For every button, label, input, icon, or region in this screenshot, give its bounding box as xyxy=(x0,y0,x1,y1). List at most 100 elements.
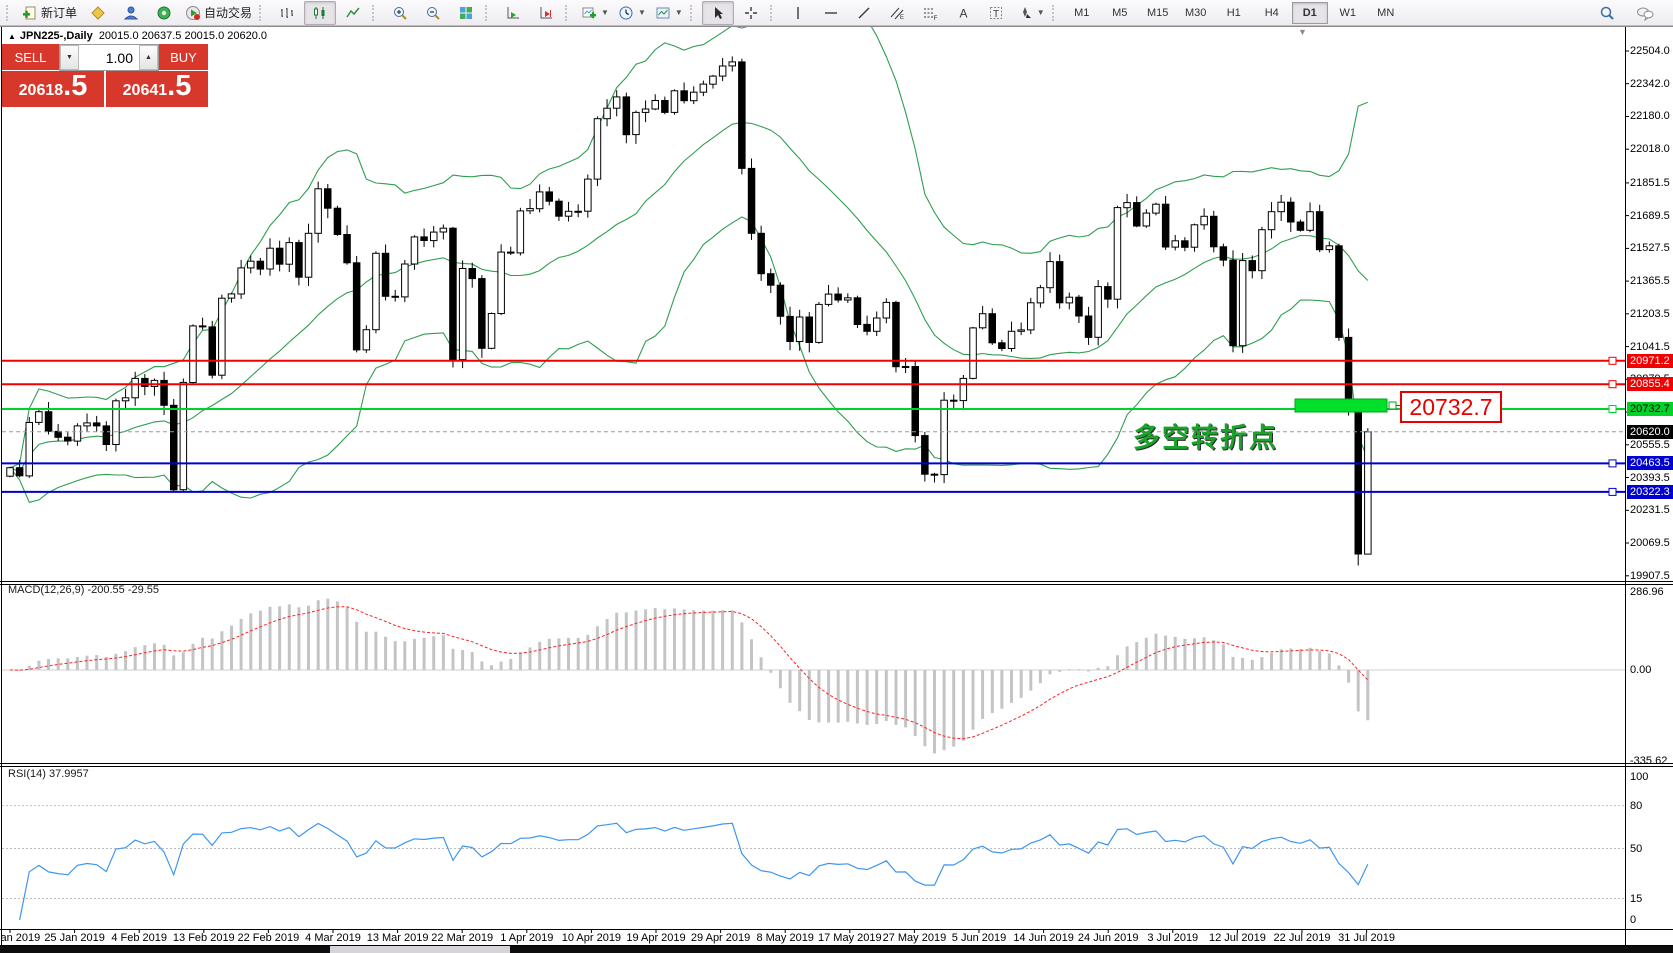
crosshair-button[interactable] xyxy=(735,1,767,25)
toolbar-grip[interactable] xyxy=(565,5,572,21)
price-level-badge[interactable]: 20855.4 xyxy=(1627,377,1673,391)
volume-value[interactable]: 1.00 xyxy=(79,45,139,70)
buy-button[interactable]: BUY xyxy=(159,44,208,71)
profile-button[interactable] xyxy=(115,1,147,25)
timeframe-m1[interactable]: M1 xyxy=(1064,2,1100,24)
channel-tool-button[interactable]: E xyxy=(881,1,913,25)
auto-scroll-button[interactable] xyxy=(530,1,562,25)
date-axis-tick[interactable]: 27 May 2019 xyxy=(883,932,947,944)
price-level-badge[interactable]: 20732.7 xyxy=(1627,402,1673,416)
date-axis-tick[interactable]: 31 Jul 2019 xyxy=(1338,932,1395,944)
chart-canvas[interactable] xyxy=(0,0,1673,953)
toolbar-grip[interactable] xyxy=(1052,5,1059,21)
pivot-price-label[interactable]: 20732.7 xyxy=(1400,391,1502,423)
hline-tool-button[interactable] xyxy=(815,1,847,25)
auto-trading-button[interactable]: 自动交易 xyxy=(181,1,256,25)
period-menu-button[interactable]: ▼ xyxy=(614,1,650,25)
pivot-annotation-text[interactable]: 多空转折点 xyxy=(1133,416,1278,455)
chart-candles-button[interactable] xyxy=(304,1,336,25)
date-axis-tick[interactable]: 17 May 2019 xyxy=(818,932,882,944)
toolbar-grip[interactable] xyxy=(690,5,697,21)
eraser-button[interactable] xyxy=(82,1,114,25)
line-chart-icon xyxy=(345,5,361,21)
timeframe-h1[interactable]: H1 xyxy=(1216,2,1252,24)
trendline-tool-button[interactable] xyxy=(848,1,880,25)
text-tool-button[interactable]: A xyxy=(947,1,979,25)
zoom-in-button[interactable] xyxy=(384,1,416,25)
clock-icon xyxy=(618,5,634,21)
price-axis-tick: 22180.0 xyxy=(1630,110,1670,122)
date-axis-tick[interactable]: 3 Jul 2019 xyxy=(1147,932,1198,944)
date-axis-tick[interactable]: 16 Jan 2019 xyxy=(0,932,40,944)
sell-price[interactable]: 20618 .5 xyxy=(2,71,104,107)
date-axis-tick[interactable]: 29 Apr 2019 xyxy=(691,932,750,944)
chart-shift-button[interactable] xyxy=(497,1,529,25)
buy-price[interactable]: 20641 .5 xyxy=(106,71,208,107)
price-axis-tick: 21203.5 xyxy=(1630,308,1670,320)
date-axis-tick[interactable]: 22 Mar 2019 xyxy=(431,932,493,944)
chart-title: ▲JPN225-,Daily 20015.0 20637.5 20015.0 2… xyxy=(8,30,267,42)
date-axis-tick[interactable]: 8 May 2019 xyxy=(756,932,813,944)
toolbar-grip[interactable] xyxy=(485,5,492,21)
date-axis-tick[interactable]: 25 Jan 2019 xyxy=(44,932,105,944)
date-axis-tick[interactable]: 24 Jun 2019 xyxy=(1078,932,1139,944)
timeframe-m15[interactable]: M15 xyxy=(1140,2,1176,24)
price-level-badge[interactable]: 20620.0 xyxy=(1627,425,1673,439)
new-order-label: 新订单 xyxy=(41,4,77,21)
timeframe-m5[interactable]: M5 xyxy=(1102,2,1138,24)
chat-button[interactable] xyxy=(1629,1,1661,25)
date-axis-tick[interactable]: 4 Mar 2019 xyxy=(305,932,361,944)
add-indicator-button[interactable]: ▼ xyxy=(577,1,613,25)
timeframe-mn[interactable]: MN xyxy=(1368,2,1404,24)
date-axis-tick[interactable]: 4 Feb 2019 xyxy=(111,932,167,944)
news-button[interactable] xyxy=(148,1,180,25)
date-axis-tick[interactable]: 19 Apr 2019 xyxy=(626,932,685,944)
ohlc-values: 20015.0 20637.5 20015.0 20620.0 xyxy=(99,30,267,42)
toolbar-right xyxy=(1591,1,1669,25)
chart-bars-button[interactable] xyxy=(271,1,303,25)
timeframe-h4[interactable]: H4 xyxy=(1254,2,1290,24)
price-axis-tick: 21041.5 xyxy=(1630,341,1670,353)
toolbar-grip[interactable] xyxy=(259,5,266,21)
timeframe-w1[interactable]: W1 xyxy=(1330,2,1366,24)
fibonacci-tool-button[interactable]: F xyxy=(914,1,946,25)
collapse-arrow-icon[interactable]: ▲ xyxy=(8,32,16,41)
toolbar-grip[interactable] xyxy=(770,5,777,21)
date-axis-tick[interactable]: 12 Jul 2019 xyxy=(1209,932,1266,944)
caret-down-icon: ▼ xyxy=(675,8,683,17)
chart-line-button[interactable] xyxy=(337,1,369,25)
timeframe-m30[interactable]: M30 xyxy=(1178,2,1214,24)
label-tool-button[interactable]: T xyxy=(980,1,1012,25)
arrows-menu-button[interactable]: ▼ xyxy=(1013,1,1049,25)
cursor-button[interactable] xyxy=(702,1,734,25)
chat-icon xyxy=(1636,5,1654,21)
price-level-badge[interactable]: 20971.2 xyxy=(1627,354,1673,368)
sell-button[interactable]: SELL xyxy=(2,44,59,71)
tile-windows-button[interactable] xyxy=(450,1,482,25)
timeframe-d1[interactable]: D1 xyxy=(1292,2,1328,24)
price-level-badge[interactable]: 20463.5 xyxy=(1627,456,1673,470)
search-button[interactable] xyxy=(1591,1,1623,25)
template-menu-button[interactable]: ▼ xyxy=(651,1,687,25)
template-icon xyxy=(655,5,671,21)
vline-tool-button[interactable] xyxy=(782,1,814,25)
price-level-badge[interactable]: 20322.3 xyxy=(1627,485,1673,499)
toolbar-grip[interactable] xyxy=(6,5,13,21)
price-axis-tick: 21851.5 xyxy=(1630,177,1670,189)
new-order-button[interactable]: 新订单 xyxy=(18,1,81,25)
date-axis-tick[interactable]: 1 Apr 2019 xyxy=(500,932,553,944)
date-axis-tick[interactable]: 13 Feb 2019 xyxy=(173,932,235,944)
date-axis-tick[interactable]: 22 Jul 2019 xyxy=(1274,932,1331,944)
toolbar-grip[interactable] xyxy=(372,5,379,21)
date-axis-tick[interactable]: 10 Apr 2019 xyxy=(562,932,621,944)
price-axis-tick: 20393.5 xyxy=(1630,472,1670,484)
date-axis-tick[interactable]: 22 Feb 2019 xyxy=(238,932,300,944)
caret-down-icon: ▼ xyxy=(638,8,646,17)
zoom-out-button[interactable] xyxy=(417,1,449,25)
cursor-icon xyxy=(710,5,726,21)
date-axis-tick[interactable]: 13 Mar 2019 xyxy=(367,932,429,944)
date-axis-tick[interactable]: 14 Jun 2019 xyxy=(1013,932,1074,944)
volume-decrease-button[interactable]: ▼ xyxy=(60,45,79,70)
volume-increase-button[interactable]: ▲ xyxy=(139,45,158,70)
date-axis-tick[interactable]: 5 Jun 2019 xyxy=(952,932,1006,944)
